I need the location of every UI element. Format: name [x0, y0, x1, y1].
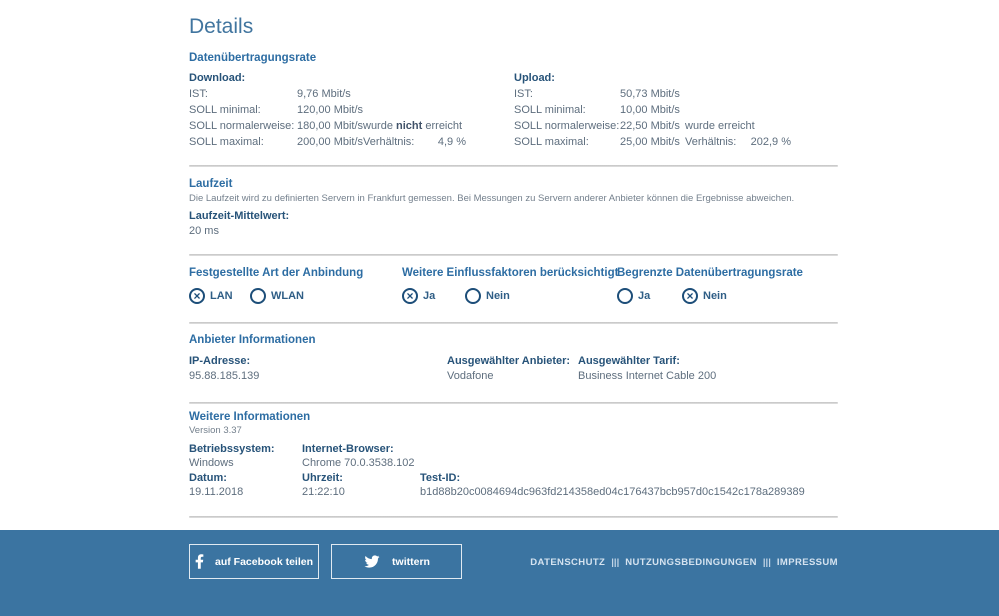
- radio-option-lan[interactable]: × LAN: [189, 288, 233, 304]
- download-norm-note: wurde nicht erreicht: [363, 120, 463, 132]
- download-ist-value: 9,76 Mbit/s: [297, 88, 351, 100]
- radio-option-label: WLAN: [271, 290, 304, 302]
- section-divider: [189, 402, 838, 404]
- facebook-icon: [195, 553, 204, 570]
- browser-value: Chrome 70.0.3538.102: [302, 457, 415, 469]
- os-label: Betriebssystem:: [189, 443, 275, 455]
- ip-value: 95.88.185.139: [189, 370, 260, 382]
- section-divider: [189, 516, 838, 518]
- radio-option-limited-nein[interactable]: × Nein: [682, 288, 727, 304]
- radio-icon: ×: [250, 288, 266, 304]
- date-label: Datum:: [189, 472, 227, 484]
- latency-mean-label: Laufzeit-Mittelwert:: [189, 210, 290, 222]
- upload-max-label: SOLL maximal:: [514, 136, 589, 148]
- footer: auf Facebook teilen twittern DATENSCHUTZ…: [0, 530, 999, 616]
- latency-section-header: Laufzeit: [189, 178, 233, 190]
- provider-label: Ausgewählter Anbieter:: [447, 355, 571, 367]
- upload-ist-value: 50,73 Mbit/s: [620, 88, 680, 100]
- radio-option-wlan[interactable]: × WLAN: [250, 288, 304, 304]
- radio-icon: ×: [465, 288, 481, 304]
- radio-option-label: Nein: [486, 290, 510, 302]
- footer-link-separator: |||: [611, 557, 620, 568]
- download-ratio-value: 4,9 %: [437, 136, 466, 148]
- radio-option-factors-nein[interactable]: × Nein: [465, 288, 510, 304]
- footer-link-datenschutz[interactable]: DATENSCHUTZ: [530, 557, 605, 568]
- download-norm-value: 180,00 Mbit/s: [297, 120, 364, 132]
- transfer-section-header: Datenübertragungsrate: [189, 52, 317, 64]
- download-norm-label: SOLL normalerweise:: [189, 120, 295, 132]
- footer-links: DATENSCHUTZ ||| NUTZUNGSBEDINGUNGEN ||| …: [530, 557, 838, 568]
- testid-value: b1d88b20c0084694dc963fd214358ed04c176437…: [420, 486, 805, 498]
- download-max-value: 200,00 Mbit/s: [297, 136, 364, 148]
- testid-label: Test-ID:: [420, 472, 461, 484]
- tariff-label: Ausgewählter Tarif:: [578, 355, 680, 367]
- radio-option-limited-ja[interactable]: × Ja: [617, 288, 650, 304]
- upload-ratio-value: 202,9 %: [750, 136, 791, 148]
- download-ist-label: IST:: [189, 88, 208, 100]
- download-title: Download:: [189, 72, 246, 84]
- upload-norm-label: SOLL normalerweise:: [514, 120, 620, 132]
- os-value: Windows: [189, 457, 234, 469]
- download-max-label: SOLL maximal:: [189, 136, 264, 148]
- section-divider: [189, 254, 838, 256]
- upload-ist-label: IST:: [514, 88, 533, 100]
- radio-icon: ×: [402, 288, 418, 304]
- radio-option-label: LAN: [210, 290, 233, 302]
- section-divider: [189, 165, 838, 167]
- limited-rate-header: Begrenzte Datenübertragungsrate: [617, 267, 803, 279]
- ip-label: IP-Adresse:: [189, 355, 251, 367]
- provider-section-header: Anbieter Informationen: [189, 334, 316, 346]
- twitter-share-label: twittern: [392, 555, 430, 568]
- download-min-label: SOLL minimal:: [189, 104, 261, 116]
- upload-title: Upload:: [514, 72, 555, 84]
- browser-label: Internet-Browser:: [302, 443, 394, 455]
- upload-ratio-label: Verhältnis:: [685, 136, 737, 148]
- connection-type-header: Festgestellte Art der Anbindung: [189, 267, 364, 279]
- upload-norm-value: 22,50 Mbit/s: [620, 120, 680, 132]
- version-text: Version 3.37: [189, 425, 242, 436]
- provider-value: Vodafone: [447, 370, 494, 382]
- radio-icon: ×: [682, 288, 698, 304]
- influence-factors-header: Weitere Einflussfaktoren berücksichtigt: [402, 267, 619, 279]
- twitter-icon: [363, 554, 381, 569]
- upload-max-value: 25,00 Mbit/s: [620, 136, 680, 148]
- time-value: 21:22:10: [302, 486, 345, 498]
- upload-min-value: 10,00 Mbit/s: [620, 104, 680, 116]
- speedtest-details-page: Details Datenübertragungsrate Download: …: [0, 0, 999, 616]
- facebook-share-label: auf Facebook teilen: [214, 555, 314, 568]
- radio-option-label: Nein: [703, 290, 727, 302]
- time-label: Uhrzeit:: [302, 472, 343, 484]
- page-title: Details: [189, 15, 254, 38]
- latency-description: Die Laufzeit wird zu definierten Servern…: [189, 193, 795, 204]
- section-divider: [189, 322, 838, 324]
- latency-mean-value: 20 ms: [189, 225, 219, 237]
- tariff-value: Business Internet Cable 200: [578, 370, 717, 382]
- radio-icon: ×: [617, 288, 633, 304]
- footer-link-nutzungsbedingungen[interactable]: NUTZUNGSBEDINGUNGEN: [625, 557, 757, 568]
- upload-norm-note: wurde erreicht: [685, 120, 755, 132]
- download-min-value: 120,00 Mbit/s: [297, 104, 364, 116]
- facebook-share-button[interactable]: auf Facebook teilen: [189, 544, 319, 579]
- footer-link-separator: |||: [762, 557, 771, 568]
- more-section-header: Weitere Informationen: [189, 411, 311, 423]
- twitter-share-button[interactable]: twittern: [331, 544, 462, 579]
- footer-link-impressum[interactable]: IMPRESSUM: [777, 557, 838, 568]
- radio-option-label: Ja: [423, 290, 436, 302]
- date-value: 19.11.2018: [189, 486, 244, 498]
- upload-min-label: SOLL minimal:: [514, 104, 586, 116]
- radio-option-factors-ja[interactable]: × Ja: [402, 288, 435, 304]
- radio-option-label: Ja: [638, 290, 651, 302]
- radio-icon: ×: [189, 288, 205, 304]
